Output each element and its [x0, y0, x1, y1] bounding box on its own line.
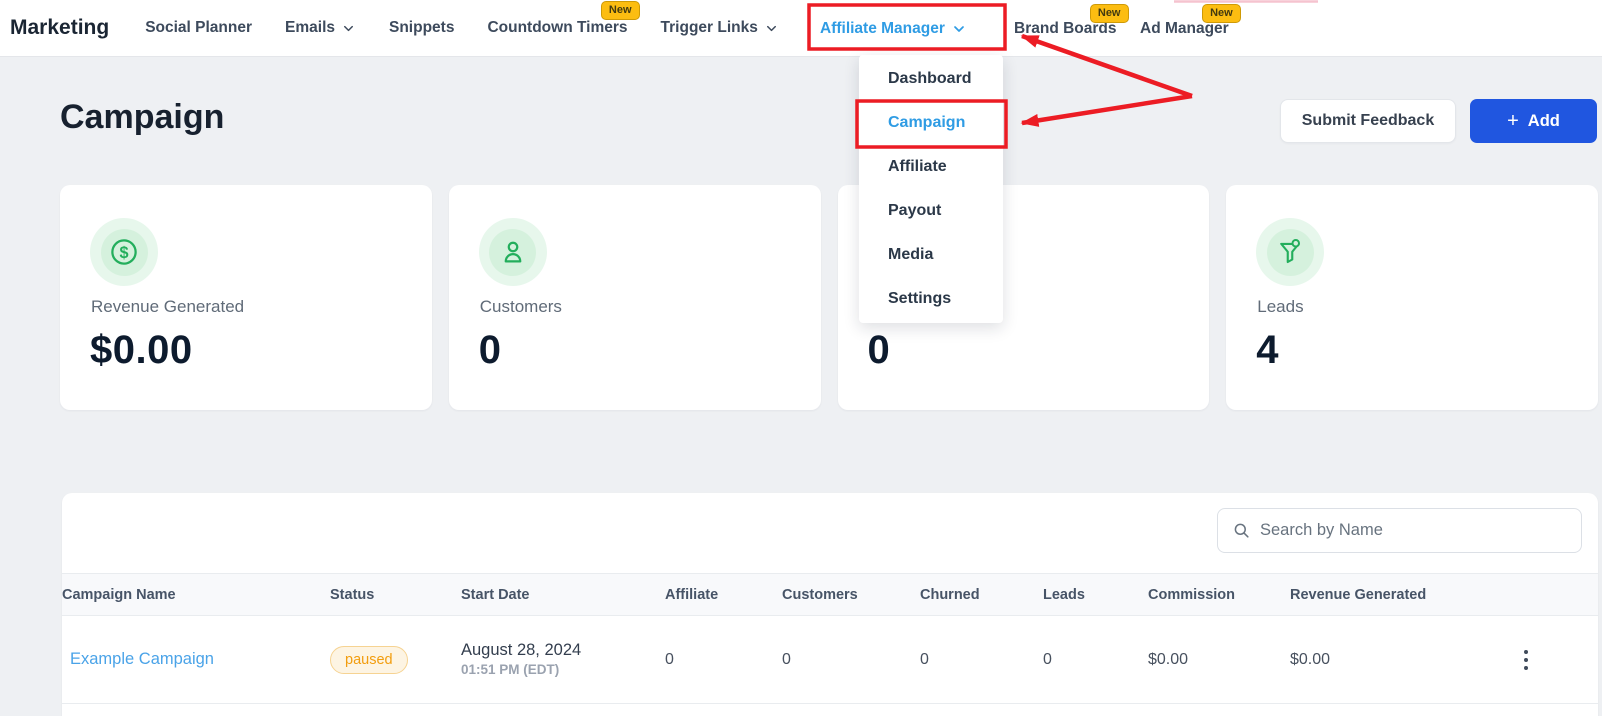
campaign-name-link[interactable]: Example Campaign	[62, 650, 214, 668]
search-input[interactable]	[1260, 521, 1567, 540]
stat-card-leads: Leads 4	[1226, 185, 1598, 410]
search-icon	[1232, 521, 1251, 540]
table-header-row: Campaign Name Status Start Date Affiliat…	[62, 574, 1598, 616]
chevron-down-icon	[951, 21, 967, 37]
stat-label: Revenue Generated	[91, 297, 244, 317]
churned-count: 0	[920, 616, 1043, 704]
campaigns-table: Campaign Name Status Start Date Affiliat…	[62, 573, 1598, 704]
dropdown-item-media[interactable]: Media	[859, 233, 1003, 277]
nav-brand-title: Marketing	[10, 16, 109, 40]
column-header: Revenue Generated	[1290, 574, 1505, 616]
stat-value: 4	[1256, 328, 1279, 373]
stat-card-revenue: $ Revenue Generated $0.00	[60, 185, 432, 410]
plus-icon: +	[1507, 111, 1519, 131]
nav-item-social-planner[interactable]: Social Planner	[145, 19, 252, 37]
stat-value: $0.00	[90, 328, 193, 373]
leads-count: 0	[1043, 616, 1148, 704]
nav-item-brand-boards[interactable]: Brand Boards New	[1014, 0, 1117, 57]
column-header: Affiliate	[665, 574, 782, 616]
start-time: 01:51 PM (EDT)	[461, 661, 665, 679]
affiliate-count: 0	[665, 616, 782, 704]
dropdown-item-settings[interactable]: Settings	[859, 277, 1003, 321]
dropdown-item-payout[interactable]: Payout	[859, 189, 1003, 233]
column-header: Status	[330, 574, 461, 616]
revenue-value: $0.00	[1290, 616, 1505, 704]
affiliate-manager-dropdown: Dashboard Campaign Affiliate Payout Medi…	[859, 55, 1003, 323]
row-actions-kebab-icon[interactable]	[1517, 647, 1535, 673]
page-header: Campaign Submit Feedback + Add	[0, 57, 1602, 167]
column-header: Commission	[1148, 574, 1290, 616]
column-header: Customers	[782, 574, 920, 616]
new-badge: New	[1090, 4, 1129, 23]
stat-value: 0	[479, 328, 502, 373]
nav-item-emails[interactable]: Emails	[285, 19, 356, 37]
page-title: Campaign	[60, 98, 224, 137]
stat-label: Leads	[1257, 297, 1303, 317]
nav-item-trigger-links[interactable]: Trigger Links	[661, 19, 779, 37]
add-button[interactable]: + Add	[1470, 99, 1597, 143]
stats-row: $ Revenue Generated $0.00 Customers 0 0	[60, 185, 1598, 410]
stat-value: 0	[868, 328, 891, 373]
search-box[interactable]	[1217, 508, 1582, 553]
top-navigation: Marketing Social Planner Emails Snippets…	[0, 0, 1602, 57]
column-header: Start Date	[461, 574, 665, 616]
nav-item-snippets[interactable]: Snippets	[389, 19, 454, 37]
dropdown-item-affiliate[interactable]: Affiliate	[859, 145, 1003, 189]
stat-label: Customers	[480, 297, 562, 317]
stat-card-customers: Customers 0	[449, 185, 821, 410]
chevron-down-icon	[764, 21, 779, 36]
start-date: August 28, 2024	[461, 640, 665, 661]
nav-item-affiliate-manager[interactable]: Affiliate Manager	[820, 0, 967, 57]
customers-count: 0	[782, 616, 920, 704]
column-header-actions	[1505, 574, 1598, 616]
column-header: Churned	[920, 574, 1043, 616]
dollar-circle-icon: $	[90, 218, 158, 286]
new-badge: New	[601, 1, 640, 20]
campaign-table-card: Campaign Name Status Start Date Affiliat…	[62, 493, 1598, 716]
person-icon	[479, 218, 547, 286]
column-header: Leads	[1043, 574, 1148, 616]
svg-text:$: $	[119, 244, 128, 262]
submit-feedback-button[interactable]: Submit Feedback	[1280, 99, 1456, 143]
nav-item-countdown-timers[interactable]: Countdown Timers New	[487, 19, 627, 37]
chevron-down-icon	[341, 21, 356, 36]
funnel-icon	[1256, 218, 1324, 286]
commission-value: $0.00	[1148, 616, 1290, 704]
dropdown-item-campaign[interactable]: Campaign	[859, 101, 1003, 145]
nav-item-ad-manager[interactable]: Ad Manager New	[1140, 0, 1229, 57]
new-badge: New	[1202, 4, 1241, 23]
status-badge: paused	[330, 646, 408, 674]
column-header: Campaign Name	[62, 574, 330, 616]
dropdown-item-dashboard[interactable]: Dashboard	[859, 57, 1003, 101]
table-row: Example Campaign paused August 28, 2024 …	[62, 616, 1598, 704]
